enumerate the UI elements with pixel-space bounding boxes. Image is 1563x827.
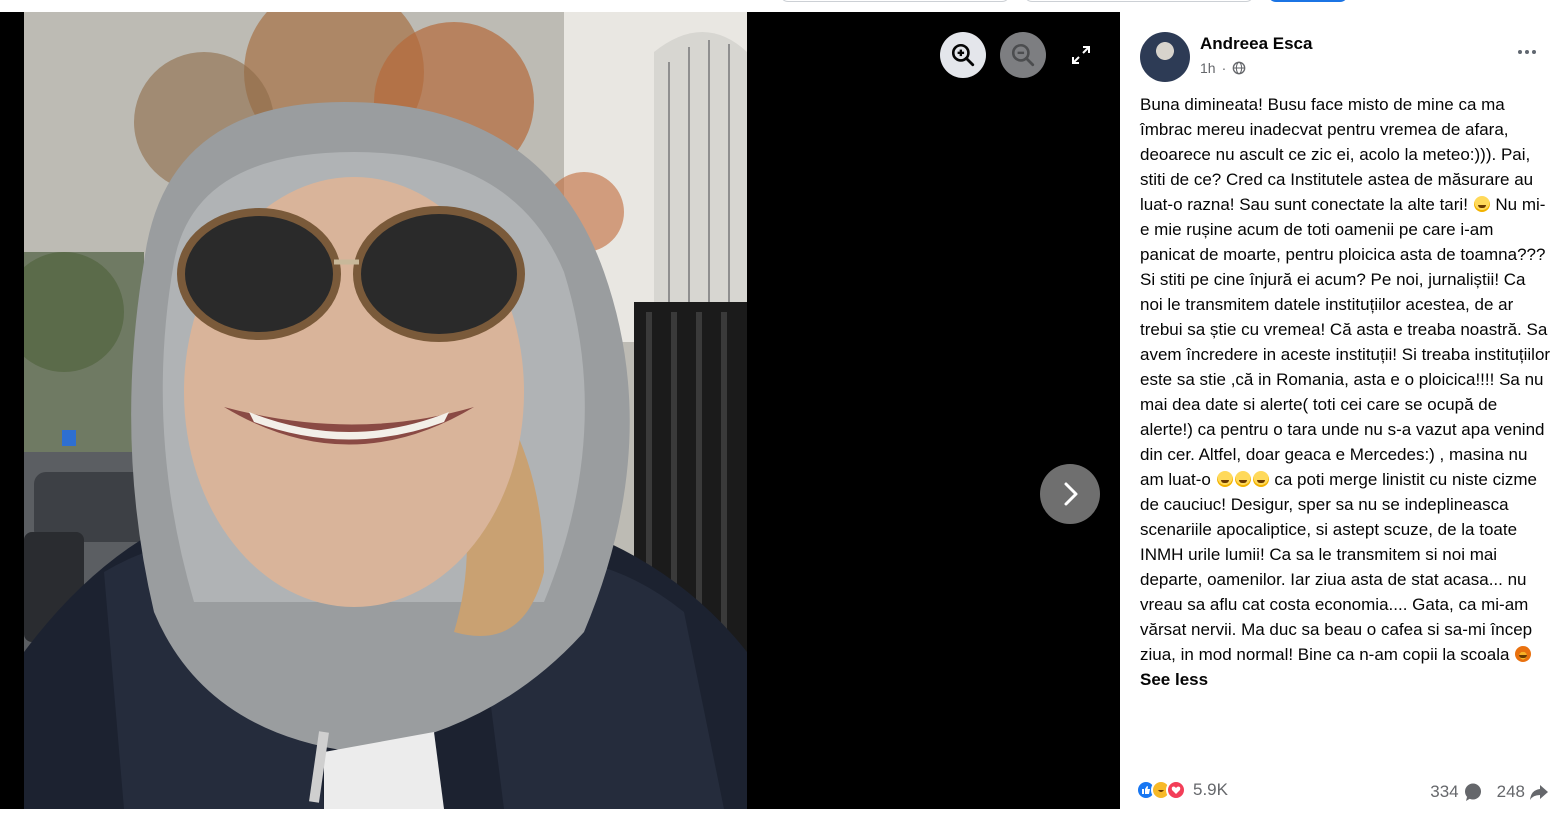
zoom-out-button[interactable] <box>1000 32 1046 78</box>
post-meta: 1h · <box>1200 60 1246 76</box>
post-text-part-1: Buna dimineata! Busu face misto de mine … <box>1140 95 1534 214</box>
laughing-emoji-icon <box>1234 471 1251 487</box>
laughing-emoji-icon <box>1473 196 1490 212</box>
post-text-part-3: ca poti merge linistit cu niste cizme de… <box>1140 470 1537 664</box>
post-side-panel: Andreea Esca 1h · Buna dimineata! Busu f… <box>1120 12 1563 809</box>
top-control[interactable] <box>780 0 1010 2</box>
share-count-value: 248 <box>1496 782 1525 801</box>
love-reaction-icon <box>1166 780 1186 800</box>
top-control[interactable] <box>1024 0 1254 2</box>
fullscreen-button[interactable] <box>1064 38 1098 72</box>
dot-icon <box>1525 50 1529 54</box>
post-text-part-2: Nu mi-e mie rușine acum de toti oamenii … <box>1140 195 1551 489</box>
laughing-emoji-icon <box>1252 471 1269 487</box>
post-text: Buna dimineata! Busu face misto de mine … <box>1140 92 1551 692</box>
separator: · <box>1221 60 1227 76</box>
globe-icon <box>1232 61 1246 75</box>
comment-count-value: 334 <box>1430 782 1459 801</box>
author-name[interactable]: Andreea Esca <box>1200 34 1312 54</box>
more-options-button[interactable] <box>1512 40 1542 64</box>
expand-icon <box>1072 46 1090 64</box>
next-photo-button[interactable] <box>1040 464 1100 524</box>
share-icon <box>1530 785 1548 800</box>
zoom-in-icon <box>951 43 975 67</box>
laughing-emoji-icon <box>1216 471 1233 487</box>
share-count[interactable]: 248 <box>1497 782 1549 802</box>
chevron-right-icon <box>1064 482 1078 506</box>
see-less-link[interactable]: See less <box>1140 670 1208 689</box>
post-stats: 334 248 <box>1430 782 1549 802</box>
avatar[interactable] <box>1140 32 1190 82</box>
comment-icon <box>1464 783 1481 801</box>
bottom-strip <box>0 809 1563 827</box>
angry-emoji-icon <box>1515 646 1532 662</box>
post-photo[interactable] <box>24 12 747 809</box>
dot-icon <box>1532 50 1536 54</box>
photo-viewer <box>0 12 1120 809</box>
comment-count[interactable]: 334 <box>1430 782 1482 802</box>
zoom-in-button[interactable] <box>940 32 986 78</box>
top-strip <box>0 0 1563 12</box>
reaction-summary[interactable]: 5.9K <box>1136 780 1228 800</box>
zoom-out-icon <box>1011 43 1035 67</box>
dot-icon <box>1518 50 1522 54</box>
reaction-count: 5.9K <box>1193 780 1228 799</box>
top-blue-button[interactable] <box>1268 0 1348 2</box>
post-time[interactable]: 1h <box>1200 60 1216 76</box>
selfie-illustration <box>24 12 747 809</box>
